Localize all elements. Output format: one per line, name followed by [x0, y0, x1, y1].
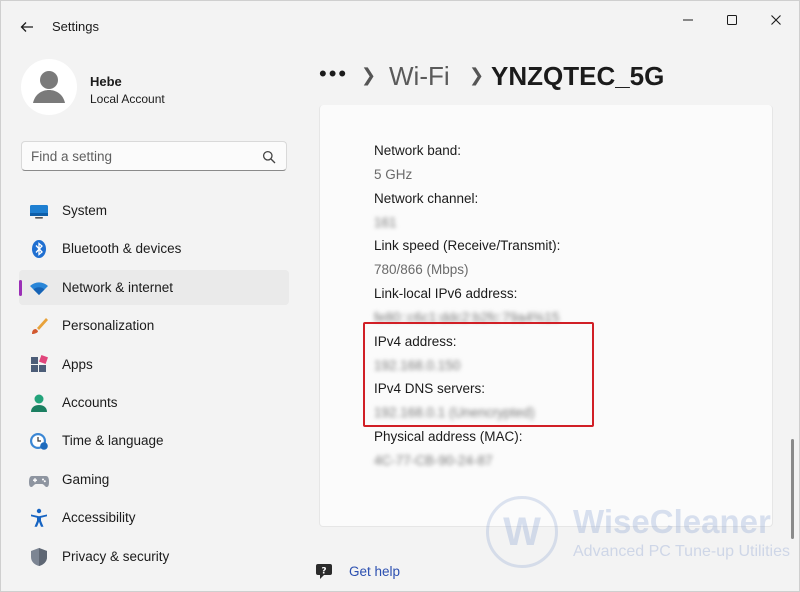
- sidebar-item-label: Apps: [62, 356, 93, 372]
- sidebar-item-gaming[interactable]: Gaming: [19, 462, 289, 497]
- maximize-button[interactable]: [709, 7, 755, 33]
- breadcrumb-more-button[interactable]: •••: [319, 61, 348, 87]
- sidebar-item-label: Time & language: [62, 433, 164, 449]
- sidebar-item-label: Network & internet: [62, 279, 174, 295]
- shield-icon: [29, 547, 49, 567]
- sidebar-nav: System Bluetooth & devices Network & int…: [19, 193, 289, 577]
- watermark-tagline: Advanced PC Tune-up Utilities: [573, 543, 790, 560]
- sidebar-item-personalization[interactable]: Personalization: [19, 308, 289, 343]
- sidebar-item-system[interactable]: System: [19, 193, 289, 228]
- time-language-icon: [29, 431, 49, 451]
- minimize-icon: [683, 19, 693, 21]
- sidebar-item-label: Gaming: [62, 471, 110, 487]
- breadcrumb: ••• ❯ Wi-Fi ❯ YNZQTEC_5G: [319, 57, 789, 97]
- close-icon: [771, 15, 781, 25]
- sidebar-item-privacy[interactable]: Privacy & security: [19, 539, 289, 574]
- sidebar-item-label: Bluetooth & devices: [62, 241, 182, 257]
- network-channel-value: 161: [374, 215, 397, 230]
- back-button[interactable]: [13, 13, 41, 41]
- gamepad-icon: [29, 470, 49, 490]
- network-band-label: Network band:: [374, 143, 462, 158]
- ipv6-label: Link-local IPv6 address:: [374, 286, 518, 301]
- back-arrow-icon: [20, 22, 33, 32]
- search-input[interactable]: Find a setting: [21, 141, 287, 171]
- apps-icon: [29, 354, 49, 375]
- brush-icon: [29, 316, 49, 336]
- user-avatar-icon: [33, 71, 65, 103]
- page-title: YNZQTEC_5G: [491, 61, 665, 91]
- network-channel-label: Network channel:: [374, 191, 479, 206]
- system-icon: [29, 201, 49, 221]
- highlight-box: [363, 322, 594, 427]
- sidebar-item-label: Personalization: [62, 318, 155, 334]
- account-type: Local Account: [90, 92, 165, 106]
- sidebar-item-apps[interactable]: Apps: [19, 347, 289, 382]
- sidebar-item-label: Accessibility: [62, 510, 136, 526]
- sidebar-item-bluetooth[interactable]: Bluetooth & devices: [19, 231, 289, 266]
- mac-label: Physical address (MAC):: [374, 429, 523, 444]
- sidebar-item-time-language[interactable]: Time & language: [19, 423, 289, 458]
- search-icon: [262, 150, 276, 164]
- accessibility-icon: [29, 508, 49, 528]
- app-title: Settings: [52, 19, 99, 34]
- maximize-icon: [727, 15, 737, 25]
- scrollbar[interactable]: [791, 439, 794, 539]
- link-speed-value: 780/866 (Mbps): [374, 262, 469, 277]
- sidebar-item-accounts[interactable]: Accounts: [19, 385, 289, 420]
- user-name: Hebe: [90, 74, 122, 89]
- avatar: [21, 59, 77, 115]
- mac-value: 4C-77-CB-90-24-87: [374, 453, 493, 468]
- sidebar-item-network[interactable]: Network & internet: [19, 269, 289, 305]
- watermark-brand: WiseCleaner: [573, 503, 771, 540]
- minimize-button[interactable]: [665, 7, 711, 33]
- sidebar-item-accessibility[interactable]: Accessibility: [19, 500, 289, 535]
- wifi-icon: [29, 278, 49, 298]
- get-help-link[interactable]: Get help: [349, 564, 400, 579]
- network-band-value: 5 GHz: [374, 167, 413, 182]
- settings-window: Settings Hebe Local Account Find a setti…: [0, 0, 800, 592]
- search-placeholder: Find a setting: [31, 149, 113, 164]
- bluetooth-icon: [29, 239, 49, 259]
- close-button[interactable]: [753, 7, 799, 33]
- link-speed-label: Link speed (Receive/Transmit):: [374, 238, 561, 253]
- accounts-icon: [29, 393, 49, 413]
- sidebar-item-label: Accounts: [62, 394, 118, 410]
- user-profile[interactable]: Hebe Local Account: [21, 59, 291, 119]
- chevron-right-icon: ❯: [361, 65, 377, 85]
- watermark-logo: W: [486, 496, 558, 568]
- help-icon: ?: [316, 564, 332, 579]
- chevron-right-icon: ❯: [469, 65, 485, 85]
- svg-text:?: ?: [321, 567, 326, 577]
- sidebar-item-label: Privacy & security: [62, 548, 170, 564]
- sidebar-item-label: System: [62, 203, 108, 218]
- network-properties-card: Network band: 5 GHz Network channel: 161…: [319, 105, 773, 527]
- breadcrumb-wifi-link[interactable]: Wi-Fi: [389, 61, 450, 92]
- title-bar: Settings: [1, 1, 800, 51]
